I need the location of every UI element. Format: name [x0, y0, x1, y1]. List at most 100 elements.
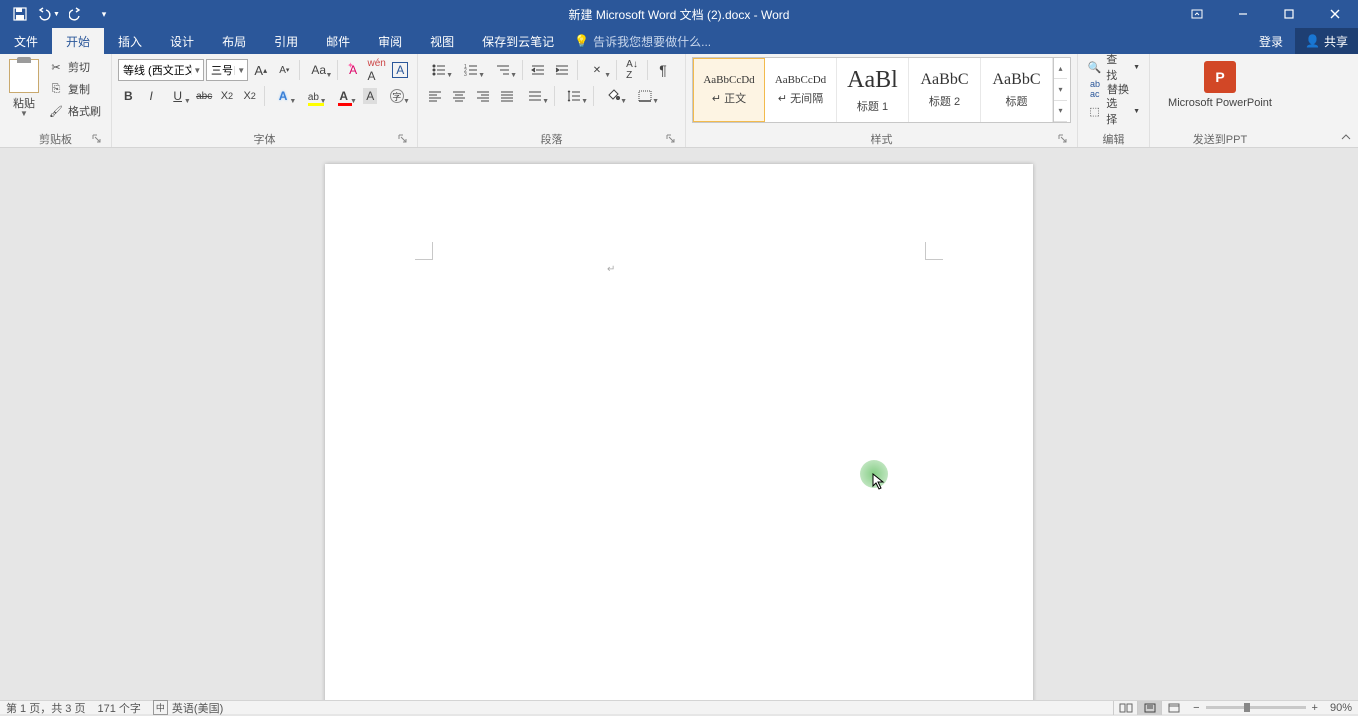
copy-button[interactable]: ⎘复制	[46, 79, 103, 99]
bullets-button[interactable]: ▼	[424, 59, 454, 81]
strikethrough-button[interactable]: abc	[194, 85, 215, 107]
tab-insert[interactable]: 插入	[104, 28, 156, 54]
tab-home[interactable]: 开始	[52, 28, 104, 54]
style-heading2[interactable]: AaBbC标题 2	[909, 58, 981, 122]
shading-button[interactable]: ▼	[598, 85, 628, 107]
tell-me-search[interactable]: 💡 告诉我您想要做什么...	[574, 28, 711, 54]
view-web-layout[interactable]	[1161, 701, 1185, 715]
group-styles: AaBbCcDd↵ 正文 AaBbCcDd↵ 无间隔 AaBl标题 1 AaBb…	[686, 54, 1078, 147]
clear-formatting-button[interactable]: A✦	[342, 59, 364, 81]
group-send-ppt: P Microsoft PowerPoint 发送到PPT	[1150, 54, 1290, 147]
shrink-font-button[interactable]: A▾	[274, 59, 296, 81]
tab-review[interactable]: 审阅	[364, 28, 416, 54]
status-word-count[interactable]: 171 个字	[97, 700, 140, 716]
bold-button[interactable]: B	[118, 85, 139, 107]
cursor-icon: ⬚	[1087, 103, 1102, 119]
styles-expand[interactable]: ▾	[1054, 101, 1067, 122]
ribbon: 粘贴 ▼ ✂剪切 ⎘复制 🖌格式刷 剪贴板 等线 (西文正文▼ 三号▼ A▴ A…	[0, 54, 1358, 148]
send-to-ppt-button[interactable]: P Microsoft PowerPoint	[1156, 57, 1284, 131]
numbering-button[interactable]: 123▼	[456, 59, 486, 81]
close-button[interactable]	[1312, 0, 1358, 28]
font-dialog-launcher[interactable]	[397, 134, 409, 146]
select-button[interactable]: ⬚选择▼	[1084, 101, 1143, 121]
asian-layout-button[interactable]: ✕▼	[582, 59, 612, 81]
tab-references[interactable]: 引用	[260, 28, 312, 54]
tab-save-cloud[interactable]: 保存到云笔记	[468, 28, 568, 54]
superscript-button[interactable]: X2	[239, 85, 260, 107]
decrease-indent-button[interactable]	[527, 59, 549, 81]
save-button[interactable]	[8, 2, 32, 26]
margin-corner-tl	[415, 242, 433, 260]
paragraph-mark: ↵	[607, 264, 615, 275]
line-spacing-button[interactable]: ▼	[559, 85, 589, 107]
tab-design[interactable]: 设计	[156, 28, 208, 54]
tab-mailings[interactable]: 邮件	[312, 28, 364, 54]
subscript-button[interactable]: X2	[217, 85, 238, 107]
justify-button[interactable]	[496, 85, 518, 107]
clipboard-dialog-launcher[interactable]	[91, 134, 103, 146]
tab-layout[interactable]: 布局	[208, 28, 260, 54]
styles-scroll-down[interactable]: ▾	[1054, 79, 1067, 100]
align-left-button[interactable]	[424, 85, 446, 107]
minimize-button[interactable]	[1220, 0, 1266, 28]
group-editing: 🔍查找▼ abac替换 ⬚选择▼ 编辑	[1078, 54, 1150, 147]
group-clipboard: 粘贴 ▼ ✂剪切 ⎘复制 🖌格式刷 剪贴板	[0, 54, 112, 147]
cut-button[interactable]: ✂剪切	[46, 57, 103, 77]
font-size-combo[interactable]: 三号▼	[206, 59, 248, 81]
paragraph-dialog-launcher[interactable]	[665, 134, 677, 146]
maximize-button[interactable]	[1266, 0, 1312, 28]
change-case-button[interactable]: Aa▼	[304, 59, 333, 81]
sort-button[interactable]: A↓Z	[621, 59, 643, 81]
styles-scroll-up[interactable]: ▴	[1054, 58, 1067, 79]
status-page[interactable]: 第 1 页，共 3 页	[6, 700, 85, 716]
zoom-out-button[interactable]: −	[1193, 702, 1199, 714]
distribute-button[interactable]: ▼	[520, 85, 550, 107]
font-color-button[interactable]: A▼	[330, 85, 358, 107]
login-button[interactable]: 登录	[1247, 28, 1295, 54]
styles-dialog-launcher[interactable]	[1057, 134, 1069, 146]
borders-button[interactable]: ▼	[630, 85, 660, 107]
style-heading1[interactable]: AaBl标题 1	[837, 58, 909, 122]
align-right-button[interactable]	[472, 85, 494, 107]
char-shading-button[interactable]: A	[360, 85, 381, 107]
italic-button[interactable]: I	[141, 85, 162, 107]
grow-font-button[interactable]: A▴	[250, 59, 272, 81]
zoom-level[interactable]: 90%	[1330, 702, 1352, 714]
style-normal[interactable]: AaBbCcDd↵ 正文	[693, 58, 765, 122]
underline-button[interactable]: U▼	[164, 85, 192, 107]
undo-button[interactable]: ▼	[36, 2, 60, 26]
tab-view[interactable]: 视图	[416, 28, 468, 54]
find-button[interactable]: 🔍查找▼	[1084, 57, 1143, 77]
enclose-char-button[interactable]: 字▼	[383, 85, 411, 107]
svg-text:3: 3	[464, 72, 467, 76]
qat-customize-button[interactable]: ▾	[92, 2, 116, 26]
ribbon-display-options[interactable]	[1174, 0, 1220, 28]
highlighter-icon: ab	[308, 89, 319, 103]
zoom-in-button[interactable]: +	[1312, 702, 1318, 714]
pinyin-guide-button[interactable]: wénA	[366, 59, 388, 81]
font-name-combo[interactable]: 等线 (西文正文▼	[118, 59, 204, 81]
share-button[interactable]: 👤 共享	[1295, 28, 1358, 54]
zoom-slider[interactable]	[1206, 706, 1306, 709]
redo-button[interactable]	[64, 2, 88, 26]
status-language[interactable]: 英语(美国)	[172, 700, 223, 716]
align-center-button[interactable]	[448, 85, 470, 107]
status-proofing[interactable]: 中	[153, 700, 168, 715]
increase-indent-button[interactable]	[551, 59, 573, 81]
highlight-button[interactable]: ab▼	[299, 85, 327, 107]
text-effects-button[interactable]: A▼	[269, 85, 297, 107]
view-read-mode[interactable]	[1113, 701, 1137, 715]
multilevel-list-button[interactable]: ▼	[488, 59, 518, 81]
format-painter-button[interactable]: 🖌格式刷	[46, 101, 103, 121]
paste-button[interactable]: 粘贴 ▼	[6, 57, 42, 131]
style-no-spacing[interactable]: AaBbCcDd↵ 无间隔	[765, 58, 837, 122]
collapse-ribbon-button[interactable]	[1338, 131, 1354, 145]
tab-file[interactable]: 文件	[0, 28, 52, 54]
document-area[interactable]: ↵	[0, 148, 1358, 700]
style-title[interactable]: AaBbC标题	[981, 58, 1053, 122]
document-page[interactable]: ↵	[325, 164, 1033, 700]
character-border-button[interactable]: A	[389, 59, 411, 81]
show-marks-button[interactable]: ¶	[652, 59, 674, 81]
view-print-layout[interactable]	[1137, 701, 1161, 715]
status-bar: 第 1 页，共 3 页 171 个字 中 英语(美国) − + 90%	[0, 700, 1358, 714]
